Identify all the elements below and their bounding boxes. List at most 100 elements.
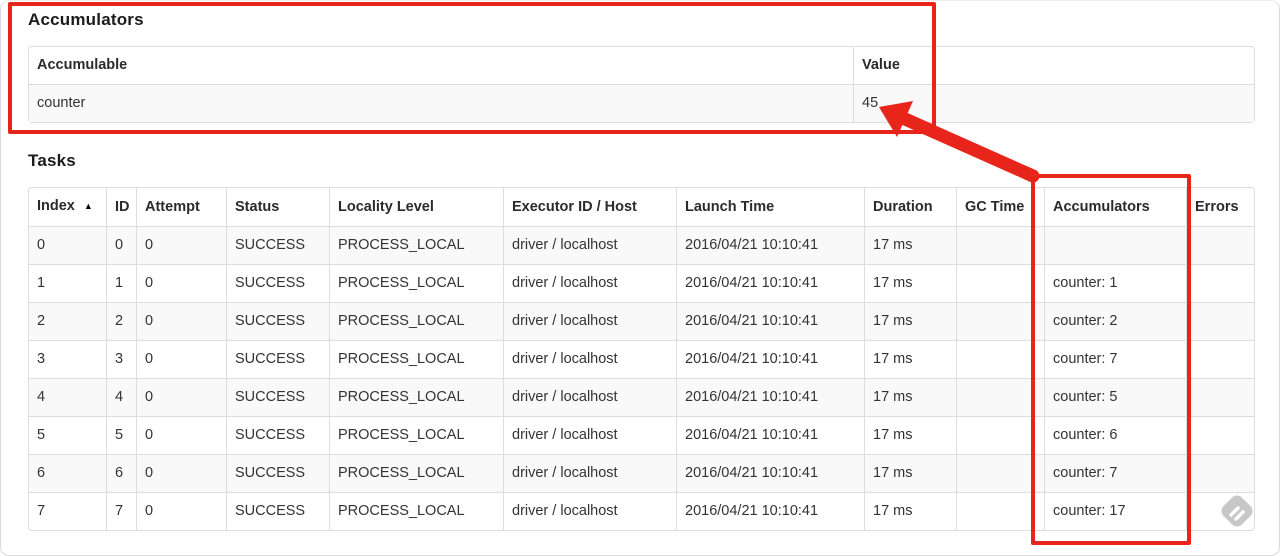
tasks-section: Tasks Index ▲ ID Attempt Status Locality Leve… bbox=[28, 151, 1255, 531]
cell-accumulators: counter: 7 bbox=[1044, 454, 1186, 492]
cell-id: 2 bbox=[106, 302, 136, 340]
cell-gc-time bbox=[956, 454, 1044, 492]
cell-locality-level: PROCESS_LOCAL bbox=[329, 378, 503, 416]
cell-errors bbox=[1186, 302, 1254, 340]
column-header-launch-time[interactable]: Launch Time bbox=[676, 188, 864, 226]
cell-locality-level: PROCESS_LOCAL bbox=[329, 340, 503, 378]
cell-id: 4 bbox=[106, 378, 136, 416]
cell-id: 3 bbox=[106, 340, 136, 378]
cell-executor-id-host: driver / localhost bbox=[503, 416, 676, 454]
column-header-executor-id-host[interactable]: Executor ID / Host bbox=[503, 188, 676, 226]
column-header-duration[interactable]: Duration bbox=[864, 188, 956, 226]
cell-index: 2 bbox=[29, 302, 106, 340]
column-header-gc-time[interactable]: GC Time bbox=[956, 188, 1044, 226]
cell-errors bbox=[1186, 226, 1254, 264]
cell-launch-time: 2016/04/21 10:10:41 bbox=[676, 264, 864, 302]
cell-errors bbox=[1186, 378, 1254, 416]
tasks-table: Index ▲ ID Attempt Status Locality Level Execu… bbox=[28, 187, 1255, 531]
cell-status: SUCCESS bbox=[226, 226, 329, 264]
cell-index: 1 bbox=[29, 264, 106, 302]
cell-id: 6 bbox=[106, 454, 136, 492]
cell-executor-id-host: driver / localhost bbox=[503, 340, 676, 378]
header-row: Index ▲ ID Attempt Status Locality Level Execu… bbox=[29, 188, 1254, 226]
column-header-accumulators[interactable]: Accumulators bbox=[1044, 188, 1186, 226]
cell-value: 45 bbox=[853, 84, 1254, 122]
column-header-locality-level[interactable]: Locality Level bbox=[329, 188, 503, 226]
cell-status: SUCCESS bbox=[226, 264, 329, 302]
header-row: Accumulable Value bbox=[29, 47, 1254, 84]
column-header-id[interactable]: ID bbox=[106, 188, 136, 226]
tasks-heading: Tasks bbox=[28, 151, 76, 170]
cell-attempt: 0 bbox=[136, 378, 226, 416]
cell-gc-time bbox=[956, 226, 1044, 264]
cell-attempt: 0 bbox=[136, 302, 226, 340]
cell-locality-level: PROCESS_LOCAL bbox=[329, 492, 503, 530]
cell-launch-time: 2016/04/21 10:10:41 bbox=[676, 454, 864, 492]
cell-attempt: 0 bbox=[136, 226, 226, 264]
cell-executor-id-host: driver / localhost bbox=[503, 226, 676, 264]
table-row: 6 6 0 SUCCESS PROCESS_LOCAL driver / localhos… bbox=[29, 454, 1254, 492]
cell-gc-time bbox=[956, 416, 1044, 454]
cell-id: 7 bbox=[106, 492, 136, 530]
cell-errors bbox=[1186, 492, 1254, 530]
cell-locality-level: PROCESS_LOCAL bbox=[329, 226, 503, 264]
cell-executor-id-host: driver / localhost bbox=[503, 454, 676, 492]
table-row: 1 1 0 SUCCESS PROCESS_LOCAL driver / localhos… bbox=[29, 264, 1254, 302]
cell-accumulators: counter: 1 bbox=[1044, 264, 1186, 302]
cell-gc-time bbox=[956, 378, 1044, 416]
cell-duration: 17 ms bbox=[864, 340, 956, 378]
cell-index: 7 bbox=[29, 492, 106, 530]
cell-id: 0 bbox=[106, 226, 136, 264]
cell-attempt: 0 bbox=[136, 492, 226, 530]
cell-status: SUCCESS bbox=[226, 416, 329, 454]
cell-attempt: 0 bbox=[136, 264, 226, 302]
cell-errors bbox=[1186, 416, 1254, 454]
cell-locality-level: PROCESS_LOCAL bbox=[329, 302, 503, 340]
cell-gc-time bbox=[956, 302, 1044, 340]
table-row: 0 0 0 SUCCESS PROCESS_LOCAL driver / localhos… bbox=[29, 226, 1254, 264]
cell-executor-id-host: driver / localhost bbox=[503, 264, 676, 302]
cell-index: 5 bbox=[29, 416, 106, 454]
column-header-status[interactable]: Status bbox=[226, 188, 329, 226]
accumulators-heading: Accumulators bbox=[28, 10, 144, 29]
column-header-accumulable[interactable]: Accumulable bbox=[29, 47, 853, 84]
cell-index: 0 bbox=[29, 226, 106, 264]
table-row: counter 45 bbox=[29, 84, 1254, 122]
cell-executor-id-host: driver / localhost bbox=[503, 302, 676, 340]
cell-duration: 17 ms bbox=[864, 264, 956, 302]
cell-gc-time bbox=[956, 340, 1044, 378]
cell-attempt: 0 bbox=[136, 416, 226, 454]
column-header-index[interactable]: Index ▲ bbox=[29, 188, 106, 226]
cell-accumulators bbox=[1044, 226, 1186, 264]
column-header-attempt[interactable]: Attempt bbox=[136, 188, 226, 226]
cell-attempt: 0 bbox=[136, 454, 226, 492]
cell-id: 1 bbox=[106, 264, 136, 302]
spark-stage-page: Accumulators Accumulable Value counter 45 T… bbox=[28, 8, 1255, 531]
cell-gc-time bbox=[956, 264, 1044, 302]
cell-duration: 17 ms bbox=[864, 492, 956, 530]
cell-locality-level: PROCESS_LOCAL bbox=[329, 454, 503, 492]
table-row: 7 7 0 SUCCESS PROCESS_LOCAL driver / localhos… bbox=[29, 492, 1254, 530]
cell-accumulators: counter: 2 bbox=[1044, 302, 1186, 340]
table-row: 2 2 0 SUCCESS PROCESS_LOCAL driver / localhos… bbox=[29, 302, 1254, 340]
table-row: 3 3 0 SUCCESS PROCESS_LOCAL driver / localhos… bbox=[29, 340, 1254, 378]
cell-executor-id-host: driver / localhost bbox=[503, 492, 676, 530]
cell-attempt: 0 bbox=[136, 340, 226, 378]
cell-status: SUCCESS bbox=[226, 340, 329, 378]
cell-launch-time: 2016/04/21 10:10:41 bbox=[676, 340, 864, 378]
cell-launch-time: 2016/04/21 10:10:41 bbox=[676, 416, 864, 454]
cell-status: SUCCESS bbox=[226, 378, 329, 416]
column-header-errors[interactable]: Errors bbox=[1186, 188, 1254, 226]
table-row: 5 5 0 SUCCESS PROCESS_LOCAL driver / localhos… bbox=[29, 416, 1254, 454]
cell-duration: 17 ms bbox=[864, 416, 956, 454]
sort-ascending-icon: ▲ bbox=[83, 201, 93, 211]
cell-index: 3 bbox=[29, 340, 106, 378]
cell-duration: 17 ms bbox=[864, 378, 956, 416]
cell-errors bbox=[1186, 454, 1254, 492]
column-header-value[interactable]: Value bbox=[853, 47, 1254, 84]
cell-accumulators: counter: 7 bbox=[1044, 340, 1186, 378]
cell-accumulators: counter: 17 bbox=[1044, 492, 1186, 530]
cell-locality-level: PROCESS_LOCAL bbox=[329, 264, 503, 302]
cell-status: SUCCESS bbox=[226, 302, 329, 340]
cell-index: 6 bbox=[29, 454, 106, 492]
